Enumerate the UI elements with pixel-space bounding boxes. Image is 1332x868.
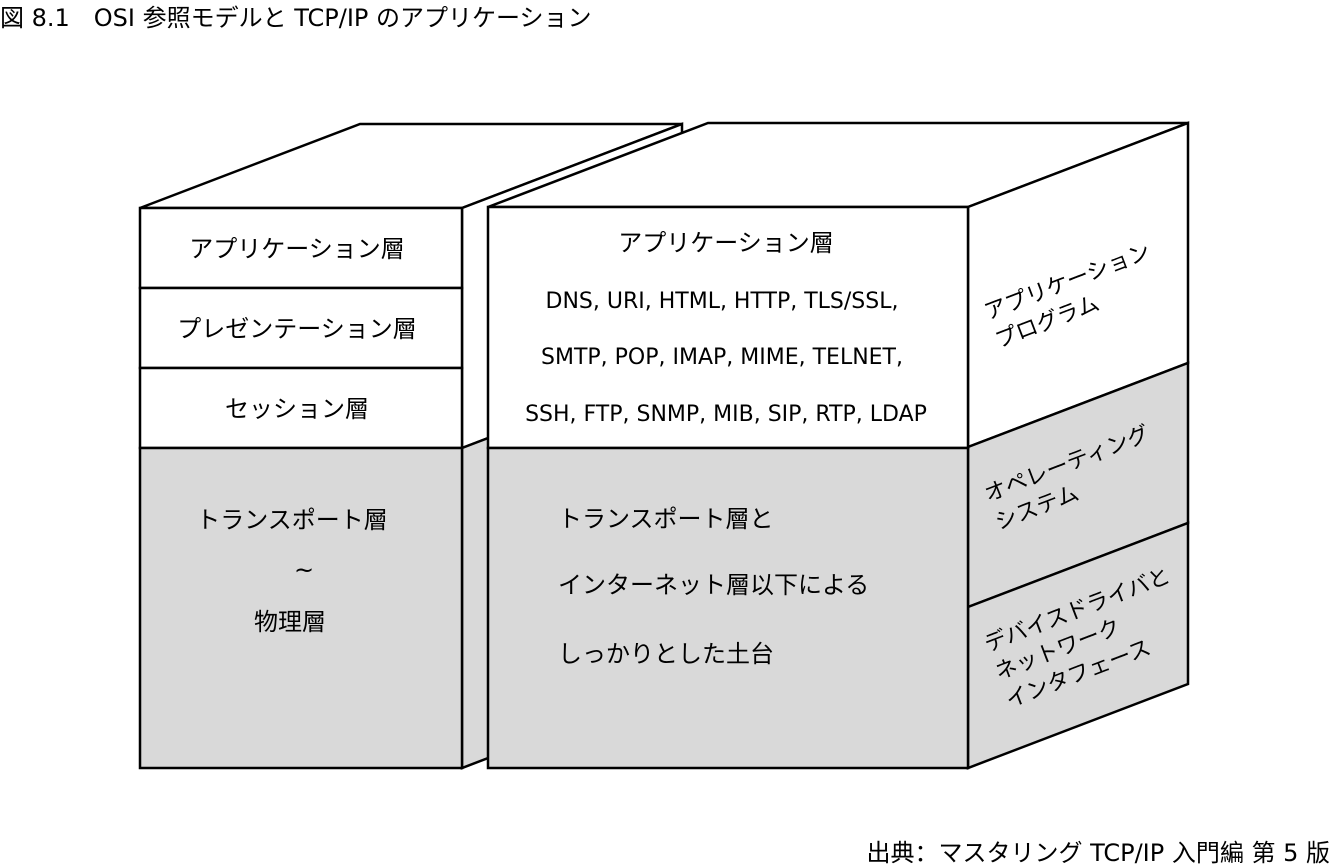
tcpip-lower-line2: インターネット層以下による xyxy=(558,571,869,599)
osi-physical-layer-label: 物理層 xyxy=(254,608,326,636)
tcpip-lower-line1: トランスポート層と xyxy=(558,505,774,533)
osi-transport-layer-label: トランスポート層 xyxy=(196,506,388,534)
tcpip-protocols-line1: DNS, URI, HTML, HTTP, TLS/SSL, xyxy=(546,289,899,314)
source-credit: 出典：マスタリング TCP/IP 入門編 第 5 版 xyxy=(866,839,1330,867)
tcpip-application-layer-label: アプリケーション層 xyxy=(618,229,834,257)
osi-presentation-layer-label: プレゼンテーション層 xyxy=(177,315,417,343)
osi-session-layer-label: セッション層 xyxy=(225,395,369,423)
tcpip-protocols-line2: SMTP, POP, IMAP, MIME, TELNET, xyxy=(541,345,903,370)
tcpip-lower-layers-box xyxy=(486,446,970,770)
osi-application-layer-label: アプリケーション層 xyxy=(189,235,405,263)
osi-range-tilde: ~ xyxy=(294,556,314,584)
tcpip-protocols-line3: SSH, FTP, SNMP, MIB, SIP, RTP, LDAP xyxy=(525,402,927,427)
tcpip-lower-line3: しっかりとした土台 xyxy=(558,640,774,668)
osi-tcpip-diagram: アプリケーション層 プレゼンテーション層 セッション層 トランスポート層 ~ 物… xyxy=(138,121,1190,770)
